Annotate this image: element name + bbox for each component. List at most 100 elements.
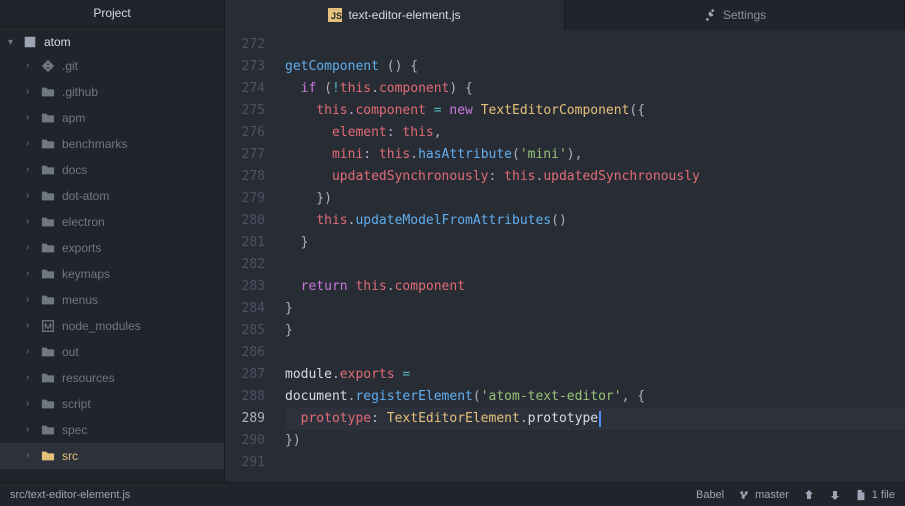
tree-item-label: out — [62, 342, 79, 362]
code-line[interactable]: mini: this.hasAttribute('mini'), — [285, 144, 905, 166]
code-line[interactable] — [285, 34, 905, 56]
tree-item-label: keymaps — [62, 264, 110, 284]
chevron-right-icon: › — [26, 290, 36, 310]
tree-item[interactable]: ›resources — [0, 365, 224, 391]
chevron-right-icon: › — [26, 108, 36, 128]
code-line[interactable] — [285, 342, 905, 364]
tree-item[interactable]: ›src — [0, 443, 224, 469]
tree-item-label: spec — [62, 420, 87, 440]
line-number[interactable]: 281 — [225, 232, 265, 254]
status-files[interactable]: 1 file — [855, 489, 895, 501]
folder-icon — [40, 84, 56, 100]
chevron-right-icon: › — [26, 394, 36, 414]
line-number[interactable]: 285 — [225, 320, 265, 342]
chevron-down-icon: ▾ — [8, 37, 18, 48]
status-branch[interactable]: master — [738, 489, 789, 501]
tree-item-label: resources — [62, 368, 115, 388]
tree-item[interactable]: ›node_modules — [0, 313, 224, 339]
line-number[interactable]: 273 — [225, 56, 265, 78]
code-line[interactable]: }) — [285, 188, 905, 210]
folder-icon — [40, 188, 56, 204]
tree-item[interactable]: ›apm — [0, 105, 224, 131]
tree-item[interactable]: › script — [0, 391, 224, 417]
line-number[interactable]: 291 — [225, 452, 265, 474]
line-number[interactable]: 272 — [225, 34, 265, 56]
line-number[interactable]: 283 — [225, 276, 265, 298]
line-number[interactable]: 286 — [225, 342, 265, 364]
tree-item[interactable]: ›electron — [0, 209, 224, 235]
sidebar-title: Project — [0, 0, 224, 27]
tree-item[interactable]: › menus — [0, 287, 224, 313]
code-line[interactable]: return this.component — [285, 276, 905, 298]
code-line[interactable]: getComponent () { — [285, 56, 905, 78]
repo-icon — [22, 34, 38, 50]
tree-item[interactable]: › keymaps — [0, 261, 224, 287]
line-number[interactable]: 279 — [225, 188, 265, 210]
code-line[interactable]: document.registerElement('atom-text-edit… — [285, 386, 905, 408]
code-line[interactable]: if (!this.component) { — [285, 78, 905, 100]
chevron-right-icon: › — [26, 134, 36, 154]
code-line[interactable] — [285, 254, 905, 276]
line-number[interactable]: 275 — [225, 100, 265, 122]
line-number[interactable]: 274 — [225, 78, 265, 100]
chevron-right-icon: › — [26, 82, 36, 102]
tree-item-label: menus — [62, 290, 98, 310]
line-number[interactable]: 288 — [225, 386, 265, 408]
code-line[interactable]: updatedSynchronously: this.updatedSynchr… — [285, 166, 905, 188]
folder-icon — [40, 240, 56, 256]
tree-item[interactable]: › benchmarks — [0, 131, 224, 157]
svg-text:JS: JS — [331, 11, 342, 21]
folder-icon — [40, 136, 56, 152]
tree-item[interactable]: ›spec — [0, 417, 224, 443]
tab-bar: JS text-editor-element.js Settings — [225, 0, 905, 30]
code-line[interactable]: element: this, — [285, 122, 905, 144]
js-icon: JS — [328, 8, 342, 22]
tree-item[interactable]: › exports — [0, 235, 224, 261]
code-editor[interactable]: 2722732742752762772782792802812822832842… — [225, 30, 905, 482]
line-number[interactable]: 280 — [225, 210, 265, 232]
tree-root[interactable]: ▾ atom — [0, 31, 224, 53]
line-number[interactable]: 290 — [225, 430, 265, 452]
tab[interactable]: Settings — [565, 0, 905, 30]
tab-label: text-editor-element.js — [348, 8, 460, 22]
editor-area: JStext-editor-element.jsSettings 2722732… — [225, 0, 905, 482]
chevron-right-icon: › — [26, 446, 36, 466]
code-content[interactable]: getComponent () { if (!this.component) {… — [275, 30, 905, 482]
code-line[interactable]: } — [285, 320, 905, 342]
tree-item[interactable]: ›.github — [0, 79, 224, 105]
tree-item-label: exports — [62, 238, 101, 258]
status-path[interactable]: src/text-editor-element.js — [10, 489, 130, 501]
git-push-icon[interactable] — [803, 489, 815, 501]
tree-item-label: script — [62, 394, 91, 414]
code-line[interactable]: this.updateModelFromAttributes() — [285, 210, 905, 232]
code-line[interactable]: } — [285, 232, 905, 254]
line-number[interactable]: 287 — [225, 364, 265, 386]
code-line[interactable]: prototype: TextEditorElement.prototype — [285, 408, 905, 430]
line-number[interactable]: 284 — [225, 298, 265, 320]
line-number[interactable]: 289 — [225, 408, 265, 430]
tab[interactable]: JS text-editor-element.js — [225, 0, 565, 30]
git-pull-icon[interactable] — [829, 489, 841, 501]
line-number[interactable]: 278 — [225, 166, 265, 188]
tree-item[interactable]: ›.git — [0, 53, 224, 79]
text-cursor — [599, 411, 601, 427]
line-number[interactable]: 282 — [225, 254, 265, 276]
file-tree[interactable]: ▾ atom ›.git›.github›apm›benchmarks›docs… — [0, 27, 224, 482]
code-line[interactable]: }) — [285, 430, 905, 452]
status-grammar[interactable]: Babel — [696, 489, 724, 501]
line-number[interactable]: 277 — [225, 144, 265, 166]
tree-item[interactable]: ›docs — [0, 157, 224, 183]
chevron-right-icon: › — [26, 56, 36, 76]
chevron-right-icon: › — [26, 264, 36, 284]
chevron-right-icon: › — [26, 212, 36, 232]
tree-item[interactable]: ›dot-atom — [0, 183, 224, 209]
code-line[interactable] — [285, 452, 905, 474]
code-line[interactable]: this.component = new TextEditorComponent… — [285, 100, 905, 122]
git-branch-icon — [738, 489, 750, 501]
line-number[interactable]: 276 — [225, 122, 265, 144]
code-line[interactable]: module.exports = — [285, 364, 905, 386]
tree-item-label: benchmarks — [62, 134, 127, 154]
code-line[interactable]: } — [285, 298, 905, 320]
tree-item[interactable]: ›out — [0, 339, 224, 365]
chevron-right-icon: › — [26, 238, 36, 258]
